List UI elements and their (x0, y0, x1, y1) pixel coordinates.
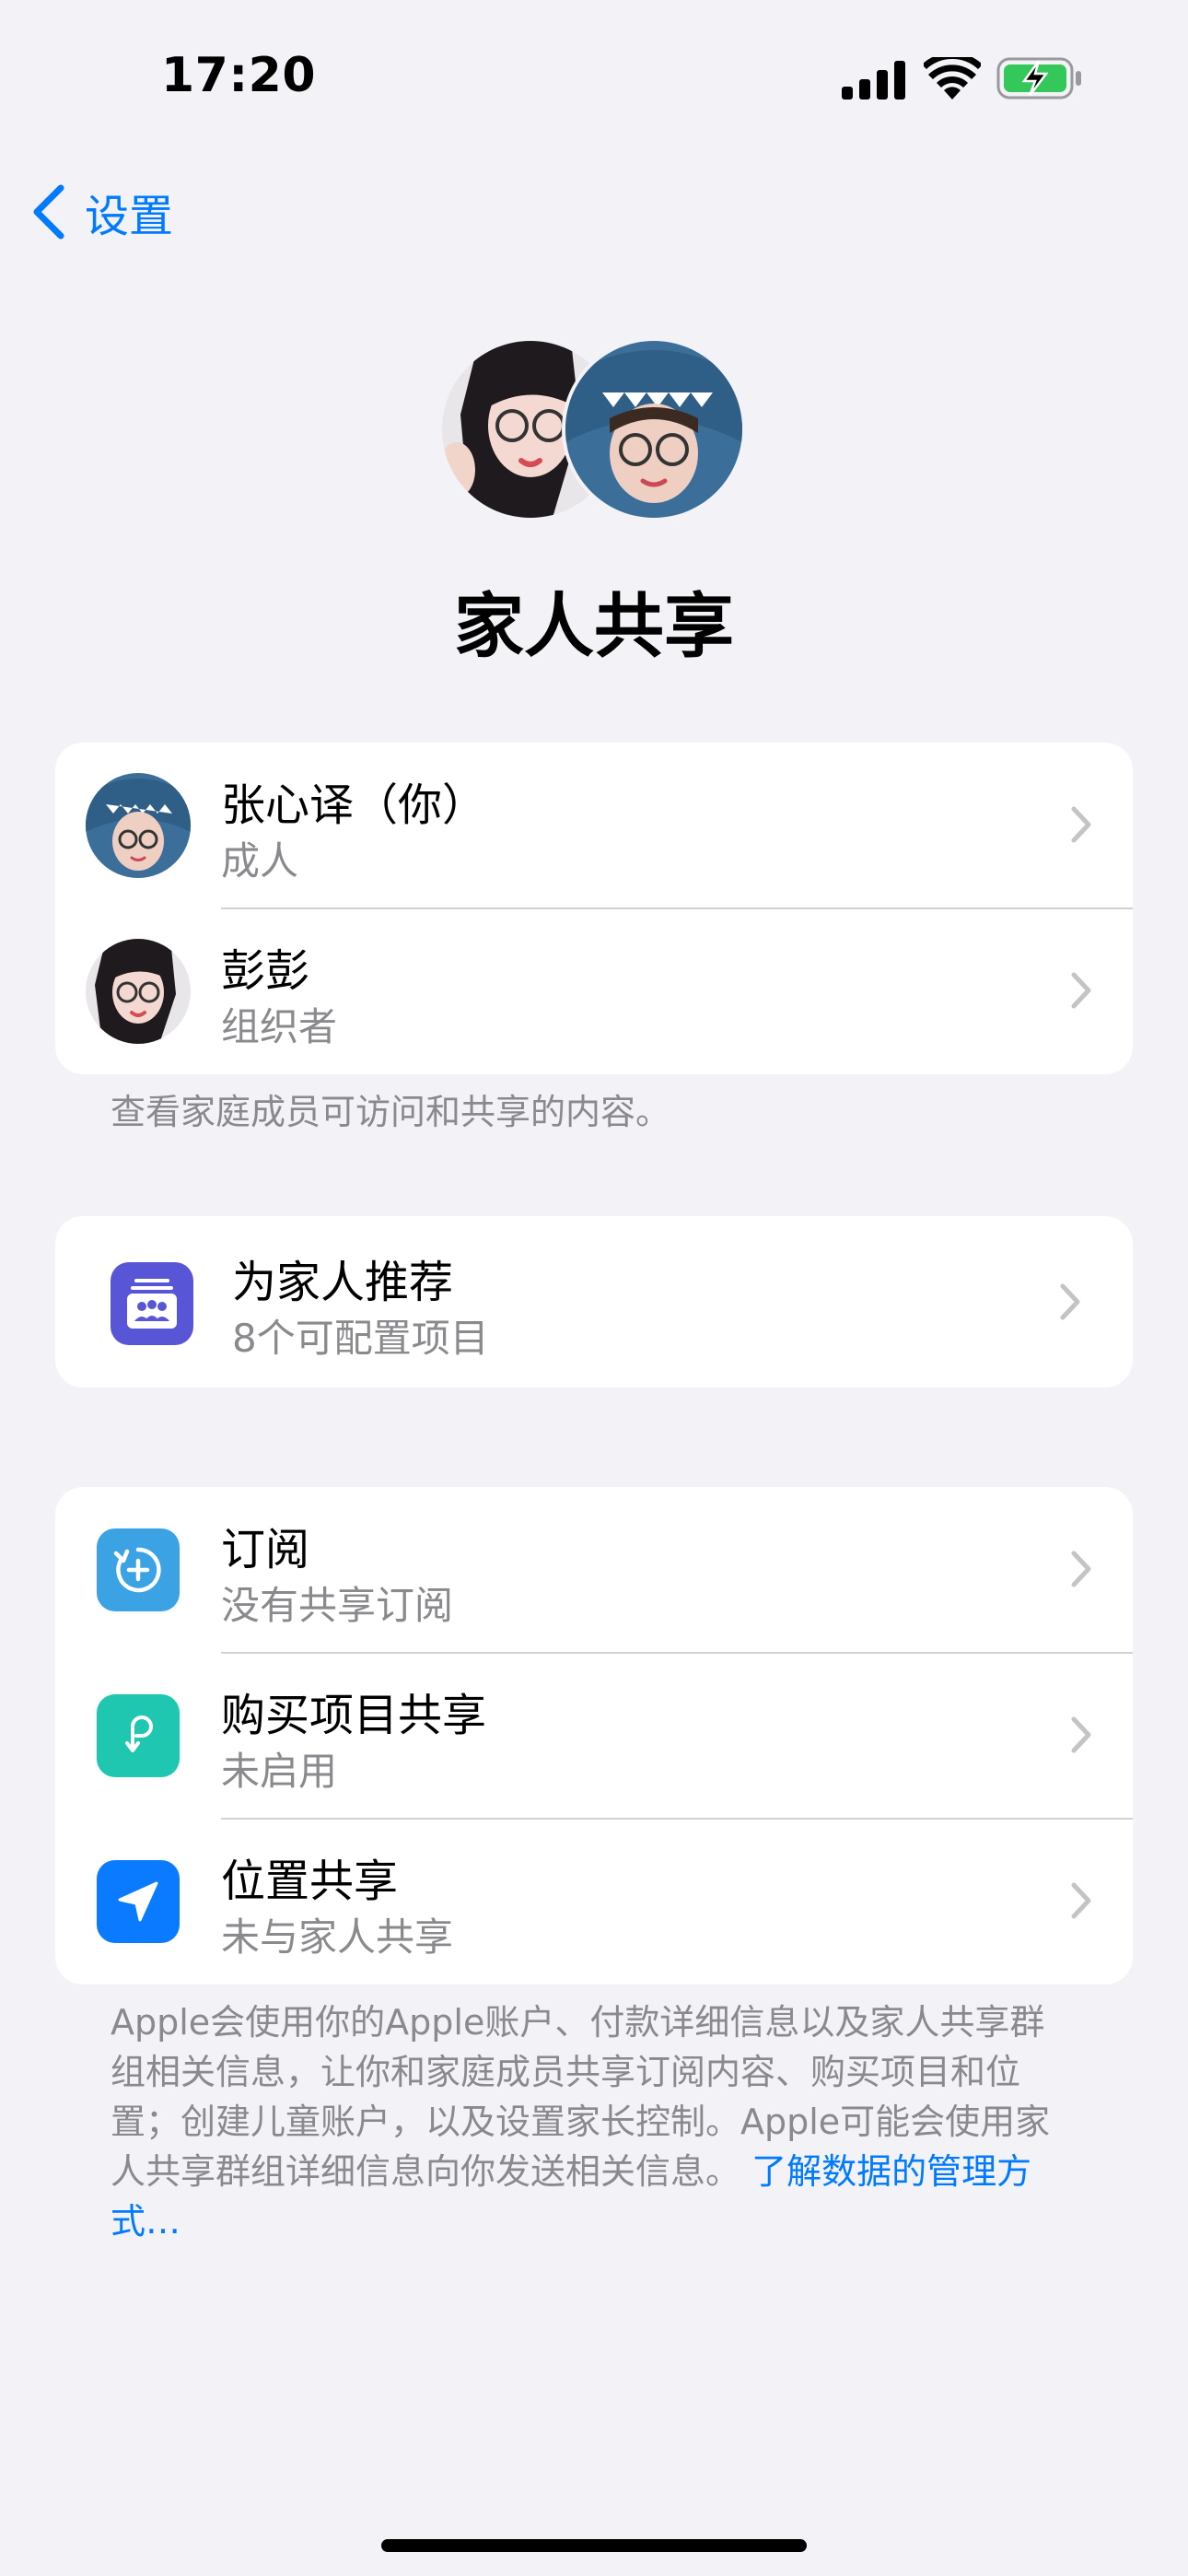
member-row-self[interactable]: 张心译（你） 成人 (55, 743, 1133, 909)
recommend-row[interactable]: 为家人推荐 8个可配置项目 (55, 1216, 1133, 1388)
feature-subtitle: 没有共享订阅 (221, 1583, 454, 1628)
feature-title: 订阅 (221, 1524, 310, 1575)
back-button[interactable]: 设置 (31, 175, 173, 249)
member-name: 彭彭 (221, 945, 310, 997)
purchase-sharing-icon (97, 1694, 180, 1777)
feature-subtitle: 未启用 (221, 1749, 338, 1794)
feature-row-subscriptions[interactable]: 订阅 没有共享订阅 (55, 1487, 1133, 1654)
page-title: 家人共享 (454, 585, 734, 667)
chevron-right-icon (1060, 1283, 1080, 1320)
member-role: 组织者 (221, 1004, 338, 1049)
feature-subtitle: 未与家人共享 (221, 1914, 454, 1960)
status-time: 17:20 (161, 48, 317, 103)
member-avatar-self (86, 773, 191, 878)
privacy-footer: Apple会使用你的Apple账户、付款详细信息以及家人共享群组相关信息，让你和… (111, 1997, 1068, 2246)
member-avatar-organizer (86, 939, 191, 1044)
member-row-organizer[interactable]: 彭彭 组织者 (55, 908, 1133, 1074)
member-avatar (565, 341, 742, 518)
back-label: 设置 (85, 191, 174, 242)
battery-charging-icon (996, 57, 1081, 100)
chevron-right-icon (1071, 1551, 1091, 1587)
member-name: 张心译（你） (221, 779, 487, 831)
family-checklist-icon (111, 1262, 193, 1345)
feature-title: 位置共享 (221, 1856, 399, 1907)
location-arrow-icon (97, 1860, 180, 1943)
recommend-subtitle: 8个可配置项目 (232, 1316, 489, 1361)
feature-row-purchases[interactable]: 购买项目共享 未启用 (55, 1653, 1133, 1820)
features-card: 订阅 没有共享订阅 购买项目共享 未启用 位置共享 未与家人共享 (55, 1487, 1133, 1985)
home-indicator[interactable] (381, 2539, 807, 2552)
subscription-icon (97, 1528, 180, 1611)
members-card: 张心译（你） 成人 彭彭 组织者 (55, 743, 1133, 1074)
chevron-right-icon (1071, 1882, 1091, 1919)
chevron-right-icon (1071, 806, 1091, 843)
member-role: 成人 (221, 838, 299, 884)
feature-title: 购买项目共享 (221, 1690, 487, 1741)
chevron-left-icon (33, 184, 64, 240)
recommend-title: 为家人推荐 (232, 1257, 454, 1308)
chevron-right-icon (1071, 1716, 1091, 1753)
chevron-right-icon (1071, 972, 1091, 1009)
wifi-icon (924, 57, 981, 100)
recommend-card: 为家人推荐 8个可配置项目 (55, 1216, 1133, 1388)
cellular-signal-icon (842, 61, 905, 100)
feature-row-location[interactable]: 位置共享 未与家人共享 (55, 1819, 1133, 1985)
members-note: 查看家庭成员可访问和共享的内容。 (111, 1092, 671, 1132)
